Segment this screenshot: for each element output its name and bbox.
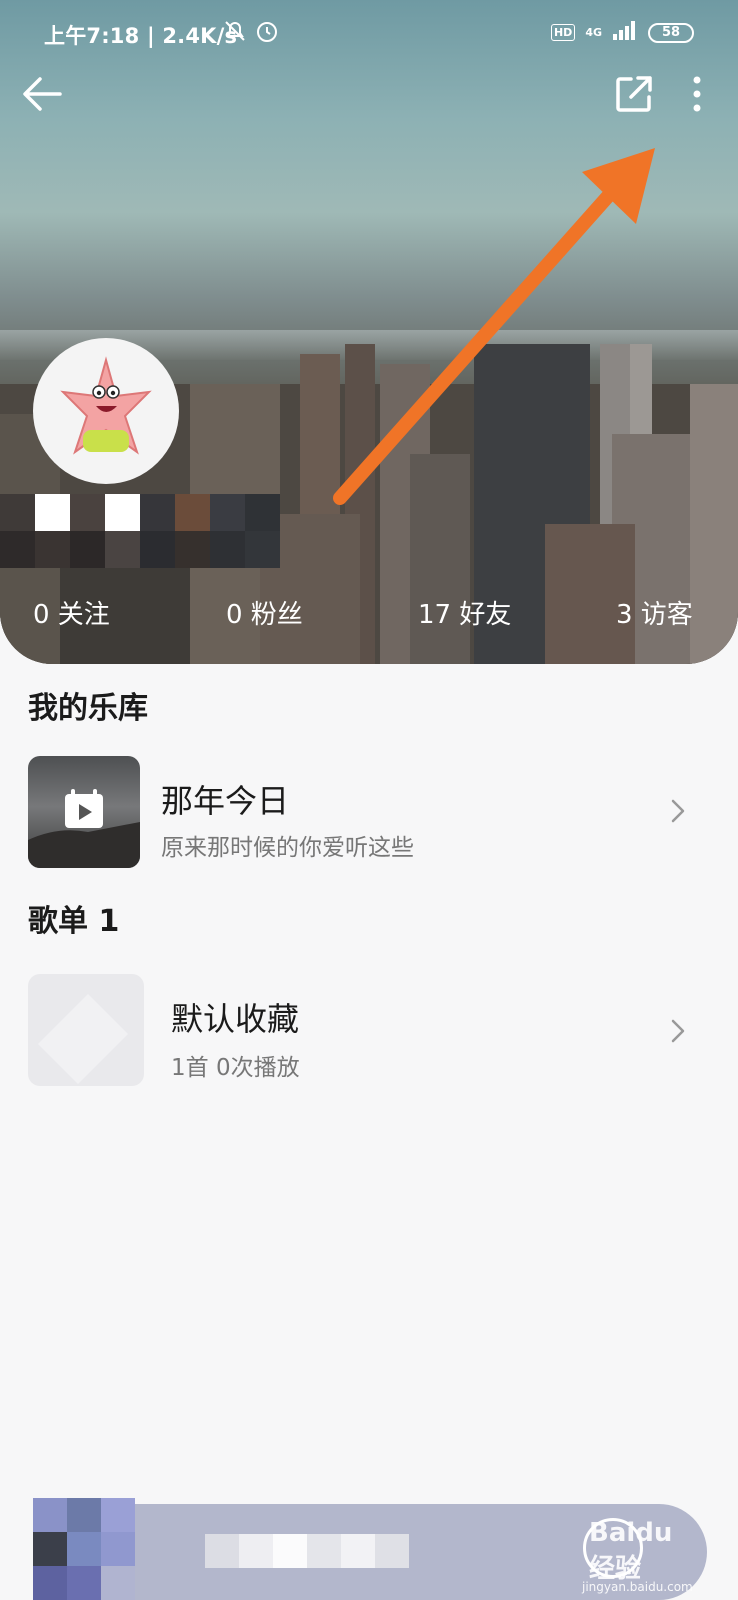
battery-indicator: 58 (648, 22, 694, 43)
status-bar: 上午7:18 | 2.4K/s HD 4G 58 (0, 0, 738, 64)
following-count[interactable]: 0 关注 (33, 594, 110, 631)
playlist-cover-placeholder (28, 974, 144, 1086)
status-right: HD 4G 58 (550, 20, 694, 45)
playlist-subtitle: 1首 0次播放 (171, 1055, 300, 1081)
more-vertical-icon (693, 76, 701, 112)
playlists-section-title: 歌单 1 (28, 904, 120, 939)
chevron-right-icon (671, 799, 685, 823)
now-playing-title-redacted (205, 1534, 409, 1568)
playlist-title: 默认收藏 (171, 1000, 300, 1038)
now-playing-cover-redacted (33, 1498, 135, 1600)
patrick-star-icon (60, 356, 152, 455)
username-redacted (0, 494, 280, 568)
hd-badge: HD (550, 24, 576, 41)
visitors-count[interactable]: 3 访客 (616, 594, 693, 631)
profile-header: 上午7:18 | 2.4K/s HD 4G 58 0 关注 0 粉丝 17 好友… (0, 0, 738, 664)
list-item-default-favorites[interactable]: 默认收藏 1首 0次播放 (0, 974, 738, 1086)
status-time: 上午7:18 | 2.4K/s (44, 24, 238, 48)
network-label: 4G (585, 26, 602, 39)
watermark-url: jingyan.baidu.com (582, 1580, 693, 1594)
on-this-day-subtitle: 原来那时候的你爱听这些 (161, 835, 414, 861)
share-button[interactable] (614, 74, 654, 114)
fans-count[interactable]: 0 粉丝 (226, 594, 303, 631)
on-this-day-title: 那年今日 (161, 782, 290, 820)
list-item-on-this-day[interactable]: 那年今日 原来那时候的你爱听这些 (0, 756, 738, 868)
friends-count[interactable]: 17 好友 (418, 594, 511, 631)
profile-stats: 0 关注 0 粉丝 17 好友 3 访客 (0, 580, 738, 640)
mute-icon (222, 18, 248, 49)
more-options-button[interactable] (684, 74, 710, 114)
alarm-icon (254, 18, 280, 49)
baidu-watermark: Baidu 经验 (589, 1518, 673, 1584)
avatar[interactable] (33, 338, 179, 484)
share-out-icon (616, 76, 652, 112)
on-this-day-thumbnail (28, 756, 140, 868)
back-button[interactable] (20, 74, 64, 114)
library-section-title: 我的乐库 (28, 691, 148, 726)
signal-icon (612, 20, 638, 45)
chevron-right-icon (671, 1019, 685, 1043)
back-arrow-icon (23, 77, 62, 111)
